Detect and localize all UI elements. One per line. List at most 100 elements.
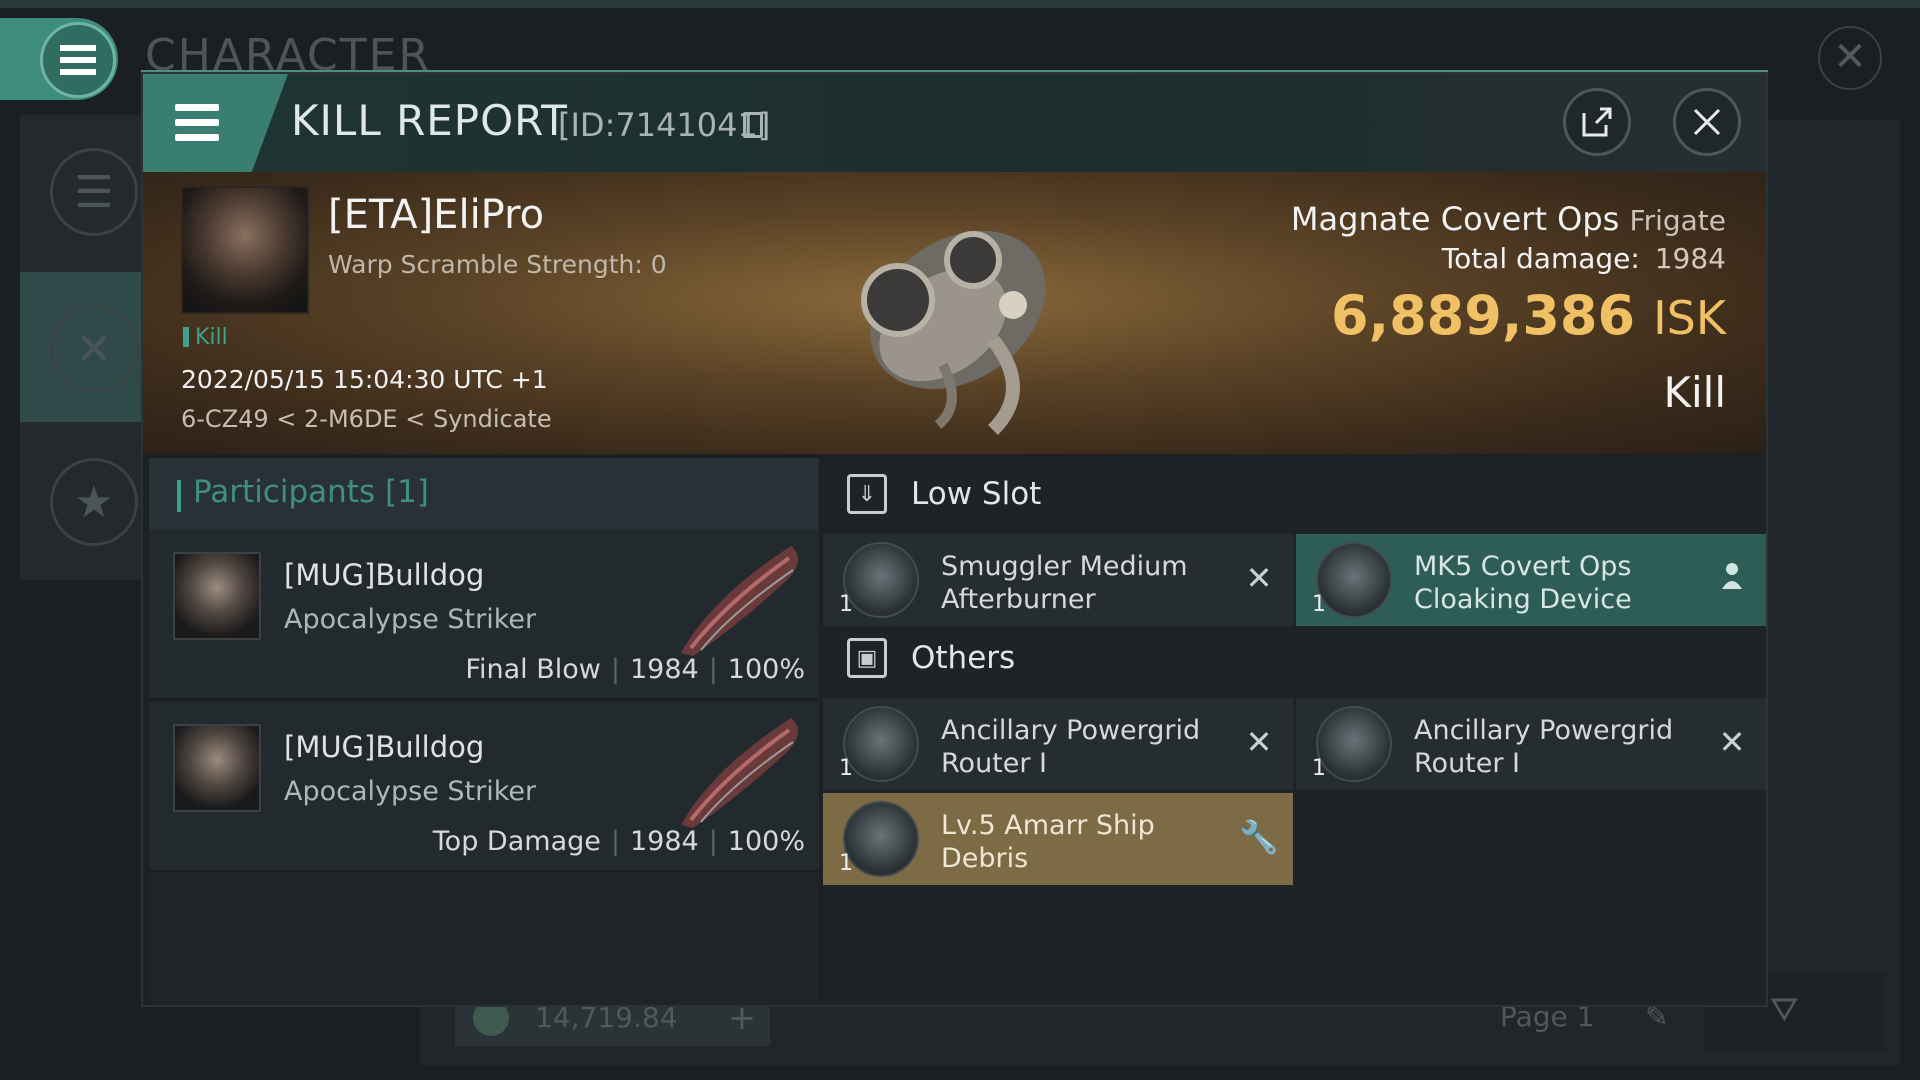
- participants-label: Participants: [193, 474, 376, 510]
- item-slot[interactable]: 1 MK5 Covert Ops Cloaking Device: [1296, 534, 1766, 626]
- item-name-line: MK5 Covert Ops: [1414, 551, 1632, 582]
- dropped-person-icon: [1712, 558, 1752, 598]
- destroyed-x-icon: ✕: [1245, 723, 1273, 761]
- copy-icon[interactable]: [743, 112, 763, 138]
- item-name-line: Smuggler Medium: [941, 551, 1188, 582]
- item-slot[interactable]: 1 Smuggler Medium Afterburner ✕: [823, 534, 1293, 626]
- kill-report-modal: KILL REPORT [ID:7141041] [ETA]EliPro War…: [141, 72, 1768, 1007]
- item-slot[interactable]: 1 Ancillary Powergrid Router I ✕: [1296, 698, 1766, 790]
- ship-debris-icon: [843, 801, 919, 877]
- item-name: Ancillary Powergrid Router I: [941, 714, 1241, 780]
- total-damage: Total damage: 1984: [1442, 242, 1726, 275]
- ship-name-line[interactable]: Magnate Covert Ops Frigate: [1291, 200, 1726, 238]
- low-slot-header: ⇓ Low Slot: [823, 458, 1766, 528]
- victim-portrait[interactable]: [181, 186, 309, 314]
- share-icon: [1582, 107, 1612, 137]
- low-slot-title: Low Slot: [911, 476, 1042, 512]
- item-name-line: Router I: [1414, 748, 1521, 779]
- item-name-line: Ancillary Powergrid: [941, 715, 1201, 746]
- participant-stats: Top Damage | 1984 | 100%: [432, 826, 805, 857]
- participant-role: Top Damage: [432, 826, 601, 857]
- participant-percent: 100%: [727, 654, 805, 685]
- kill-id: [ID:7141041]: [558, 106, 771, 144]
- participant-portrait[interactable]: [173, 724, 261, 812]
- participant-damage: 1984: [629, 654, 699, 685]
- participants-header-bar: [177, 480, 181, 512]
- item-name-line: Cloaking Device: [1414, 584, 1632, 615]
- participants-panel: Participants [1] [MUG]Bulldog Apocalypse…: [149, 458, 819, 1005]
- wrench-icon: 🔧: [1239, 818, 1279, 856]
- participant-row[interactable]: [MUG]Bulldog Apocalypse Striker Top Dama…: [149, 702, 819, 872]
- cube-icon: ▣: [847, 638, 887, 678]
- item-slot[interactable]: 1 Lv.5 Amarr Ship Debris 🔧: [823, 793, 1293, 885]
- participant-ship-image: [681, 718, 799, 828]
- low-slot-icon: ⇓: [847, 474, 887, 514]
- participant-name[interactable]: [MUG]Bulldog: [284, 730, 484, 764]
- item-name-line: Router I: [941, 748, 1048, 779]
- items-panel: ⇓ Low Slot 1 Smuggler Medium Afterburner…: [823, 458, 1766, 1005]
- victim-name[interactable]: [ETA]EliPro: [328, 192, 544, 238]
- isk-value: 6,889,386: [1331, 284, 1636, 347]
- item-name-line: Debris: [941, 843, 1029, 874]
- total-damage-value: 1984: [1654, 242, 1726, 275]
- kill-date: 2022/05/15 15:04:30 UTC +1: [181, 365, 548, 394]
- cloaking-device-icon: [1316, 542, 1392, 618]
- participant-portrait[interactable]: [173, 552, 261, 640]
- ship-class: Frigate: [1629, 204, 1727, 237]
- background-top-bar: [0, 0, 1920, 8]
- modal-header: KILL REPORT [ID:7141041]: [143, 74, 1766, 172]
- total-damage-label: Total damage:: [1441, 242, 1640, 275]
- header-menu-button[interactable]: [143, 74, 288, 172]
- item-slot[interactable]: 1 Ancillary Powergrid Router I ✕: [823, 698, 1293, 790]
- participants-count: [1]: [384, 474, 429, 510]
- result-label: Kill: [1663, 368, 1726, 417]
- item-name: Ancillary Powergrid Router I: [1414, 714, 1714, 780]
- item-name: MK5 Covert Ops Cloaking Device: [1414, 550, 1714, 616]
- list-icon[interactable]: ☰: [50, 148, 138, 236]
- close-button[interactable]: [1673, 88, 1741, 156]
- background-menu-button[interactable]: [40, 22, 116, 98]
- victim-ship-image[interactable]: [823, 190, 1083, 440]
- powergrid-router-icon: [843, 706, 919, 782]
- star-icon[interactable]: ★: [50, 458, 138, 546]
- participant-percent: 100%: [727, 826, 805, 857]
- item-quantity: 1: [1312, 756, 1326, 781]
- item-name: Smuggler Medium Afterburner: [941, 550, 1241, 616]
- participant-damage: 1984: [629, 826, 699, 857]
- powergrid-router-icon: [1316, 706, 1392, 782]
- afterburner-icon: [843, 542, 919, 618]
- participants-title: Participants [1]: [193, 474, 429, 510]
- item-name-line: Lv.5 Amarr Ship: [941, 810, 1155, 841]
- participant-name[interactable]: [MUG]Bulldog: [284, 558, 484, 592]
- destroyed-x-icon: ✕: [1718, 723, 1746, 761]
- item-quantity: 1: [839, 592, 853, 617]
- participant-ship: Apocalypse Striker: [284, 604, 537, 635]
- modal-title: KILL REPORT: [291, 96, 568, 145]
- filter-icon[interactable]: ⛛: [1770, 990, 1799, 1030]
- close-icon: [1693, 108, 1721, 136]
- participant-role: Final Blow: [465, 654, 601, 685]
- warp-scramble-strength: Warp Scramble Strength: 0: [328, 250, 667, 279]
- participant-ship-image: [681, 546, 799, 656]
- participant-stats: Final Blow | 1984 | 100%: [465, 654, 805, 685]
- item-quantity: 1: [1312, 592, 1326, 617]
- share-button[interactable]: [1563, 88, 1631, 156]
- kill-tag: Kill: [183, 325, 228, 350]
- others-header: ▣ Others: [823, 622, 1766, 692]
- kill-location[interactable]: 6-CZ49 < 2-M6DE < Syndicate: [181, 405, 552, 433]
- item-quantity: 1: [839, 851, 853, 876]
- crossed-swords-icon[interactable]: ✕: [50, 305, 138, 393]
- participants-header[interactable]: Participants [1]: [149, 458, 819, 530]
- menu-icon: [175, 104, 219, 149]
- participant-ship: Apocalypse Striker: [284, 776, 537, 807]
- ship-name: Magnate Covert Ops: [1290, 200, 1620, 238]
- item-name-line: Ancillary Powergrid: [1414, 715, 1674, 746]
- item-name-line: Afterburner: [941, 584, 1096, 615]
- isk-unit: ISK: [1653, 291, 1726, 345]
- item-name: Lv.5 Amarr Ship Debris: [941, 809, 1241, 875]
- background-close-icon[interactable]: ✕: [1818, 26, 1882, 90]
- victim-banner: [ETA]EliPro Warp Scramble Strength: 0 Ki…: [143, 172, 1766, 454]
- isk-value-line: 6,889,386 ISK: [1331, 284, 1726, 347]
- others-title: Others: [911, 640, 1016, 676]
- participant-row[interactable]: [MUG]Bulldog Apocalypse Striker Final Bl…: [149, 530, 819, 700]
